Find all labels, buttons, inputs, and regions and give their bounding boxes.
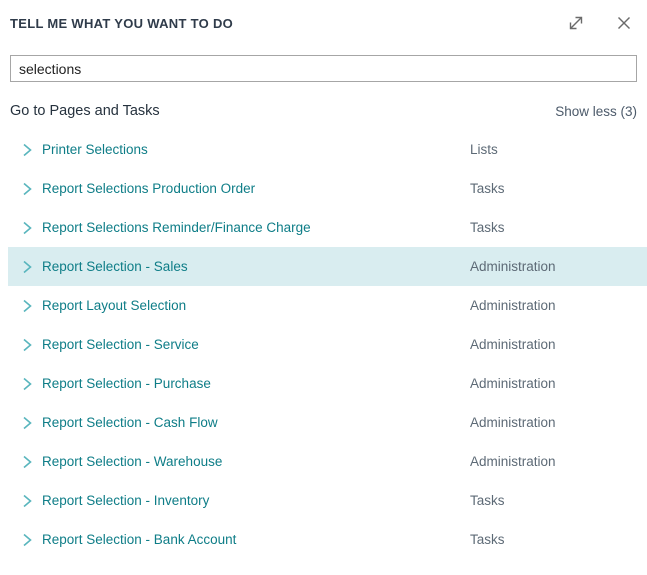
chevron-right-icon (20, 259, 34, 275)
result-row[interactable]: Report Selection - Service Administratio… (8, 325, 647, 364)
result-name: Report Selection - Bank Account (42, 532, 236, 547)
result-name: Report Selection - Purchase (42, 376, 211, 391)
tell-me-dialog: TELL ME WHAT YOU WANT TO DO (0, 0, 647, 575)
result-name: Report Selection - Inventory (42, 493, 209, 508)
chevron-right-icon (20, 454, 34, 470)
expand-diagonal-icon (566, 13, 586, 36)
result-row[interactable]: Printer Selections Lists (8, 130, 647, 169)
result-category: Tasks (470, 493, 505, 508)
chevron-right-icon (20, 376, 34, 392)
results-list: Printer Selections Lists Report Selectio… (0, 130, 647, 559)
result-name: Report Selections Production Order (42, 181, 255, 196)
dialog-header: TELL ME WHAT YOU WANT TO DO (0, 0, 647, 35)
result-row[interactable]: Report Selections Reminder/Finance Charg… (8, 208, 647, 247)
result-row[interactable]: Report Selection - Cash Flow Administrat… (8, 403, 647, 442)
close-icon (614, 13, 634, 36)
chevron-right-icon (20, 298, 34, 314)
result-category: Administration (470, 259, 556, 274)
chevron-right-icon (20, 532, 34, 548)
chevron-right-icon (20, 142, 34, 158)
result-category: Tasks (470, 181, 505, 196)
result-name: Report Selection - Service (42, 337, 199, 352)
chevron-right-icon (20, 337, 34, 353)
expand-dialog-button[interactable] (565, 13, 587, 35)
result-row[interactable]: Report Selection - Inventory Tasks (8, 481, 647, 520)
result-row[interactable]: Report Layout Selection Administration (8, 286, 647, 325)
search-container (0, 35, 647, 82)
result-row[interactable]: Report Selection - Warehouse Administrat… (8, 442, 647, 481)
chevron-right-icon (20, 493, 34, 509)
result-category: Administration (470, 376, 556, 391)
result-category: Administration (470, 337, 556, 352)
result-row[interactable]: Report Selections Production Order Tasks (8, 169, 647, 208)
section-header-row: Go to Pages and Tasks Show less (3) (0, 82, 647, 119)
result-category: Administration (470, 454, 556, 469)
result-category: Lists (470, 142, 498, 157)
dialog-title: TELL ME WHAT YOU WANT TO DO (10, 13, 233, 31)
result-row[interactable]: Report Selection - Sales Administration (8, 247, 647, 286)
result-category: Tasks (470, 532, 505, 547)
chevron-right-icon (20, 415, 34, 431)
result-category: Tasks (470, 220, 505, 235)
result-name: Report Selection - Warehouse (42, 454, 222, 469)
result-name: Report Layout Selection (42, 298, 186, 313)
result-category: Administration (470, 298, 556, 313)
header-icons (565, 13, 635, 35)
show-less-toggle[interactable]: Show less (3) (555, 104, 637, 119)
result-name: Report Selection - Cash Flow (42, 415, 218, 430)
close-dialog-button[interactable] (613, 13, 635, 35)
chevron-right-icon (20, 220, 34, 236)
result-name: Report Selection - Sales (42, 259, 188, 274)
result-row[interactable]: Report Selection - Bank Account Tasks (8, 520, 647, 559)
result-row[interactable]: Report Selection - Purchase Administrati… (8, 364, 647, 403)
result-name: Printer Selections (42, 142, 148, 157)
search-input[interactable] (10, 55, 637, 82)
chevron-right-icon (20, 181, 34, 197)
result-name: Report Selections Reminder/Finance Charg… (42, 220, 311, 235)
result-category: Administration (470, 415, 556, 430)
section-heading: Go to Pages and Tasks (10, 103, 160, 119)
